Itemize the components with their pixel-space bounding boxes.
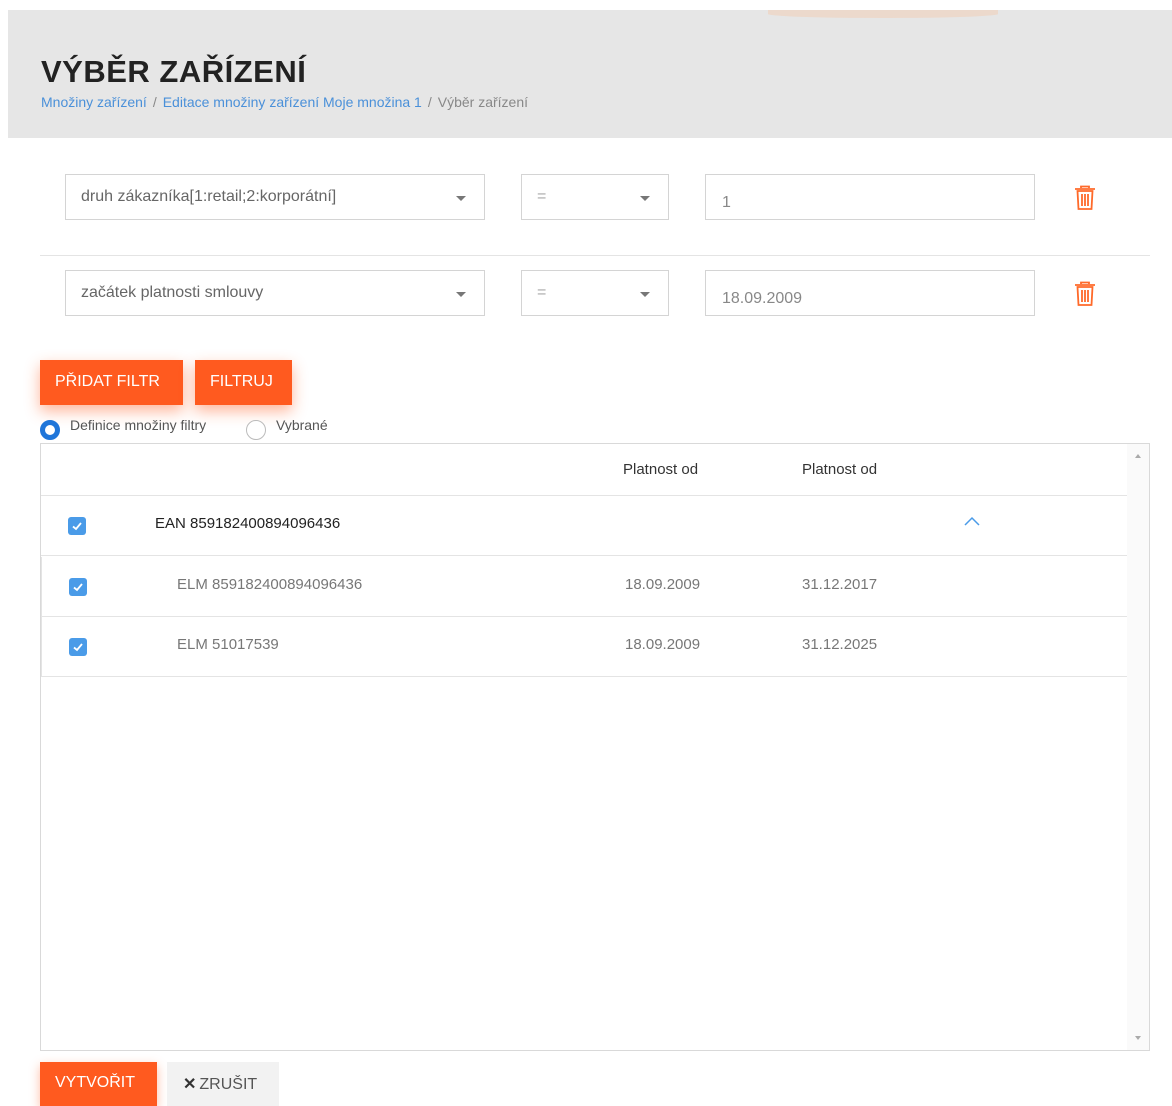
checkbox[interactable] <box>68 517 86 535</box>
radio-unchecked-icon <box>246 420 266 440</box>
group-label: EAN 859182400894096436 <box>155 515 341 532</box>
page-header: VÝBĚR ZAŘÍZENÍ Množiny zařízení / Editace … <box>8 10 1172 138</box>
apply-filter-button[interactable]: FILTRUJ <box>195 360 292 405</box>
check-icon <box>72 522 82 531</box>
filter-row: druh zákazníka[1:retail;2:korporátní] = <box>40 174 1150 222</box>
chevron-up-icon[interactable] <box>963 514 981 528</box>
row-valid-from: 18.09.2009 <box>625 636 701 653</box>
filter-field-select[interactable]: druh zákazníka[1:retail;2:korporátní] <box>65 174 485 220</box>
filter-value-input[interactable] <box>705 174 1035 220</box>
filter-field-select[interactable]: začátek platnosti smlouvy <box>65 270 485 316</box>
checkbox[interactable] <box>69 638 87 656</box>
filter-field-value: začátek platnosti smlouvy <box>81 284 264 301</box>
filter-field-value: druh zákazníka[1:retail;2:korporátní] <box>81 188 337 205</box>
breadcrumb-link-edit-set[interactable]: Editace množiny zařízení Moje množina 1 <box>163 94 422 110</box>
add-filter-button[interactable]: PŘIDAT FILTR <box>40 360 183 405</box>
filter-operator-select[interactable]: = <box>521 174 669 220</box>
caret-down-icon <box>456 196 466 201</box>
trash-icon[interactable] <box>1073 281 1097 307</box>
close-icon: ✕ <box>183 1076 197 1093</box>
check-icon <box>73 643 83 652</box>
check-icon <box>73 583 83 592</box>
table-group-row[interactable]: EAN 859182400894096436 <box>41 496 1128 556</box>
trash-icon[interactable] <box>1073 185 1097 211</box>
table-scrollbar[interactable] <box>1127 444 1149 1050</box>
filter-operator-value: = <box>537 284 547 301</box>
breadcrumb-separator: / <box>152 94 157 110</box>
column-header-valid-from: Platnost od <box>623 461 699 478</box>
checkbox[interactable] <box>69 578 87 596</box>
header-decoration <box>768 10 998 18</box>
radio-checked-icon <box>40 420 60 440</box>
table-row[interactable]: ELM 51017539 18.09.2009 31.12.2025 <box>41 617 1128 677</box>
create-button[interactable]: VYTVOŘIT <box>40 1062 157 1106</box>
row-label: ELM 51017539 <box>177 636 279 653</box>
breadcrumb: Množiny zařízení / Editace množiny zařízen… <box>41 94 528 110</box>
filter-divider <box>40 255 1150 256</box>
breadcrumb-link-device-sets[interactable]: Množiny zařízení <box>41 94 147 110</box>
row-valid-to: 31.12.2017 <box>802 576 878 593</box>
column-header-valid-to: Platnost od <box>802 461 878 478</box>
radio-label: Definice množiny filtry <box>70 417 207 433</box>
scroll-down-icon[interactable] <box>1135 1036 1141 1040</box>
filter-row: začátek platnosti smlouvy = <box>40 270 1150 318</box>
filter-operator-value: = <box>537 188 547 205</box>
page-title: VÝBĚR ZAŘÍZENÍ <box>41 54 307 89</box>
table-row[interactable]: ELM 859182400894096436 18.09.2009 31.12.… <box>41 557 1128 617</box>
row-valid-to: 31.12.2025 <box>802 636 878 653</box>
row-label: ELM 859182400894096436 <box>177 576 363 593</box>
caret-down-icon <box>640 196 650 201</box>
row-valid-from: 18.09.2009 <box>625 576 701 593</box>
caret-down-icon <box>456 292 466 297</box>
cancel-button[interactable]: ✕ ZRUŠIT <box>167 1062 279 1106</box>
table-header: Platnost od Platnost od <box>41 444 1128 496</box>
device-table: Platnost od Platnost od EAN 859182400894… <box>40 443 1150 1051</box>
filter-value-input[interactable] <box>705 270 1035 316</box>
breadcrumb-separator: / <box>427 94 432 110</box>
scroll-up-icon[interactable] <box>1135 454 1141 458</box>
filter-operator-select[interactable]: = <box>521 270 669 316</box>
radio-label: Vybrané <box>276 417 328 433</box>
cancel-label: ZRUŠIT <box>199 1076 258 1093</box>
caret-down-icon <box>640 292 650 297</box>
breadcrumb-current: Výběr zařízení <box>437 94 528 110</box>
